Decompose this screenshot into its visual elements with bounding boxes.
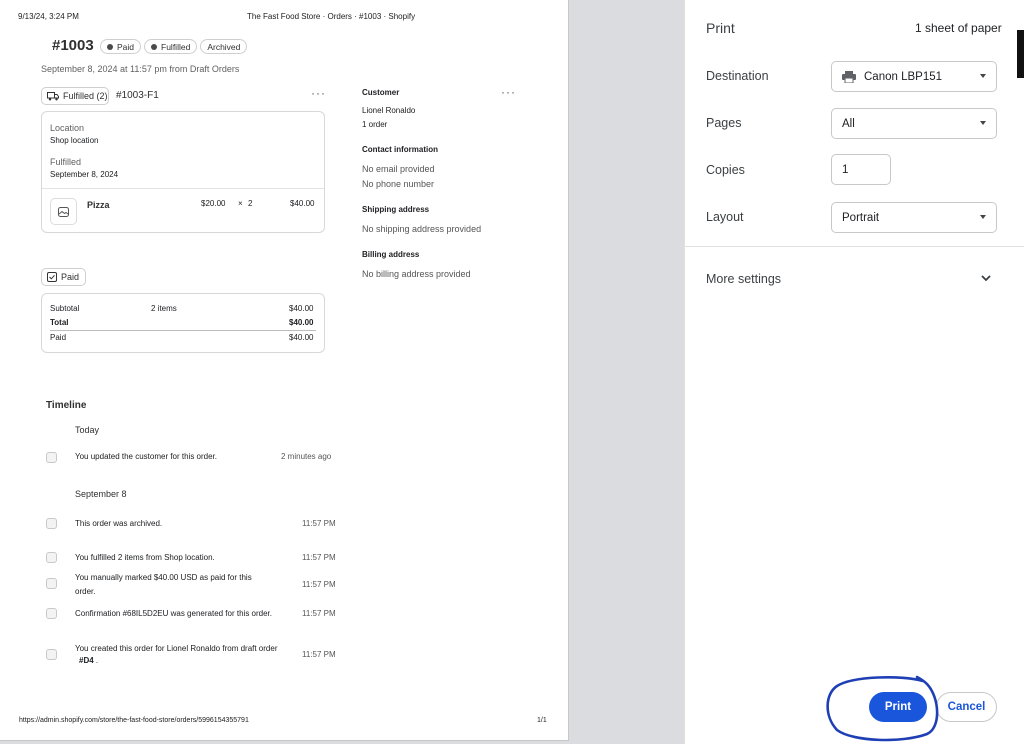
status-badge-archived: Archived	[200, 39, 248, 54]
status-badge-fulfilled: Fulfilled	[144, 39, 198, 54]
more-settings-toggle[interactable]: More settings	[685, 262, 1015, 296]
fulfillment-id: #1003-F1	[116, 90, 159, 101]
location-label: Location	[50, 123, 85, 133]
copies-value: 1	[842, 163, 849, 176]
timeline-marker	[46, 578, 57, 589]
print-dialog-panel: Print 1 sheet of paper Destination Canon…	[684, 0, 1024, 744]
footer-page: 1/1	[537, 717, 547, 724]
timeline-entry-5-time: 11:57 PM	[302, 609, 336, 618]
printer-icon	[842, 70, 856, 83]
item-price: $20.00	[201, 199, 226, 208]
fulfilled-date: September 8, 2024	[50, 170, 119, 179]
customer-name: Lionel Ronaldo	[362, 106, 416, 115]
draft-order-link[interactable]: #D4	[79, 656, 94, 665]
fulfilled-badge: Fulfilled (2)	[41, 87, 109, 105]
total-label: Total	[50, 318, 69, 327]
timeline-entry-4-time: 11:57 PM	[302, 580, 336, 589]
layout-select[interactable]: Portrait	[831, 202, 997, 233]
order-badges: Paid Fulfilled Archived	[100, 39, 248, 54]
paid-label: Paid	[50, 333, 67, 342]
fulfillment-more-icon[interactable]: ···	[311, 86, 326, 100]
billing-value: No billing address provided	[362, 269, 471, 279]
layout-value: Portrait	[842, 211, 880, 224]
chevron-down-icon	[980, 215, 986, 219]
paid-value: $40.00	[289, 333, 314, 342]
timeline-entry-6-line2: #D4 .	[79, 656, 99, 665]
shipping-value: No shipping address provided	[362, 224, 482, 234]
subtotal-items: 2 items	[151, 304, 177, 313]
timeline-date-today: Today	[75, 425, 100, 435]
timeline-entry-1-time: 2 minutes ago	[281, 452, 332, 461]
destination-value: Canon LBP151	[864, 70, 943, 83]
subtotal-label: Subtotal	[50, 304, 80, 313]
item-name: Pizza	[87, 200, 110, 210]
header-title: The Fast Food Store · Orders · #1003 · S…	[247, 12, 416, 21]
timeline-marker	[46, 649, 57, 660]
timeline-entry-3-time: 11:57 PM	[302, 553, 336, 562]
divider	[685, 246, 1024, 247]
fulfillment-card: Location Shop location Fulfilled Septemb…	[41, 111, 325, 233]
scrollbar-thumb[interactable]	[1017, 30, 1024, 78]
customer-heading: Customer	[362, 88, 400, 97]
contact-heading: Contact information	[362, 145, 438, 154]
product-image-placeholder	[50, 198, 77, 225]
timeline-entry-4-line1: You manually marked $40.00 USD as paid f…	[75, 573, 252, 582]
timeline-entry-2-time: 11:57 PM	[302, 519, 336, 528]
payment-card: Subtotal 2 items $40.00 Total $40.00 Pai…	[41, 293, 325, 353]
shipping-heading: Shipping address	[362, 205, 430, 214]
destination-label: Destination	[706, 69, 769, 83]
timeline-date-sep8: September 8	[75, 489, 127, 499]
total-value: $40.00	[289, 318, 314, 327]
timeline-heading: Timeline	[46, 400, 87, 411]
contact-email: No email provided	[362, 164, 435, 174]
header-date: 9/13/24, 3:24 PM	[18, 12, 79, 21]
footer-url: https://admin.shopify.com/store/the-fast…	[19, 717, 249, 724]
location-value: Shop location	[50, 136, 99, 145]
image-icon	[58, 206, 69, 217]
pages-label: Pages	[706, 116, 742, 130]
annotation-circle	[826, 675, 939, 742]
more-settings-label: More settings	[706, 272, 782, 286]
fulfilled-label: Fulfilled	[50, 157, 82, 167]
copies-label: Copies	[706, 163, 745, 177]
item-qty: 2	[248, 199, 253, 208]
paid-badge: Paid	[41, 268, 86, 286]
item-times: ×	[238, 199, 243, 208]
timeline-entry-6-line1: You created this order for Lionel Ronald…	[75, 644, 278, 653]
receipt-check-icon	[47, 272, 57, 282]
timeline-entry-4-line2: order.	[75, 587, 96, 596]
timeline-marker	[46, 608, 57, 619]
timeline-entry-1-text: You updated the customer for this order.	[75, 452, 218, 461]
status-badge-paid: Paid	[100, 39, 142, 54]
customer-orders: 1 order	[362, 120, 388, 129]
timeline-entry-2-text: This order was archived.	[75, 519, 163, 528]
timeline-marker	[46, 518, 57, 529]
timeline-entry-5-text: Confirmation #68IL5D2EU was generated fo…	[75, 609, 272, 618]
timeline-entry-3-text: You fulfilled 2 items from Shop location…	[75, 553, 215, 562]
order-meta: September 8, 2024 at 11:57 pm from Draft…	[41, 64, 240, 74]
timeline-marker	[46, 552, 57, 563]
pages-value: All	[842, 117, 855, 130]
timeline-entry-6-time: 11:57 PM	[302, 650, 336, 659]
chevron-down-icon	[980, 121, 986, 125]
chevron-down-icon	[981, 275, 991, 282]
timeline-marker	[46, 452, 57, 463]
print-title: Print	[706, 20, 735, 36]
pages-select[interactable]: All	[831, 108, 997, 139]
copies-input[interactable]: 1	[831, 154, 891, 185]
truck-icon	[47, 91, 59, 100]
layout-label: Layout	[706, 210, 744, 224]
customer-more-icon[interactable]: ···	[501, 85, 516, 99]
sheet-count: 1 sheet of paper	[915, 21, 1002, 35]
destination-select[interactable]: Canon LBP151	[831, 61, 997, 92]
order-number: #1003	[52, 37, 94, 54]
cancel-button[interactable]: Cancel	[936, 692, 997, 722]
chevron-down-icon	[980, 74, 986, 78]
billing-heading: Billing address	[362, 250, 420, 259]
subtotal-value: $40.00	[289, 304, 314, 313]
contact-phone: No phone number	[362, 179, 435, 189]
item-total: $40.00	[290, 199, 315, 208]
print-preview-page: 9/13/24, 3:24 PM The Fast Food Store · O…	[0, 0, 568, 740]
